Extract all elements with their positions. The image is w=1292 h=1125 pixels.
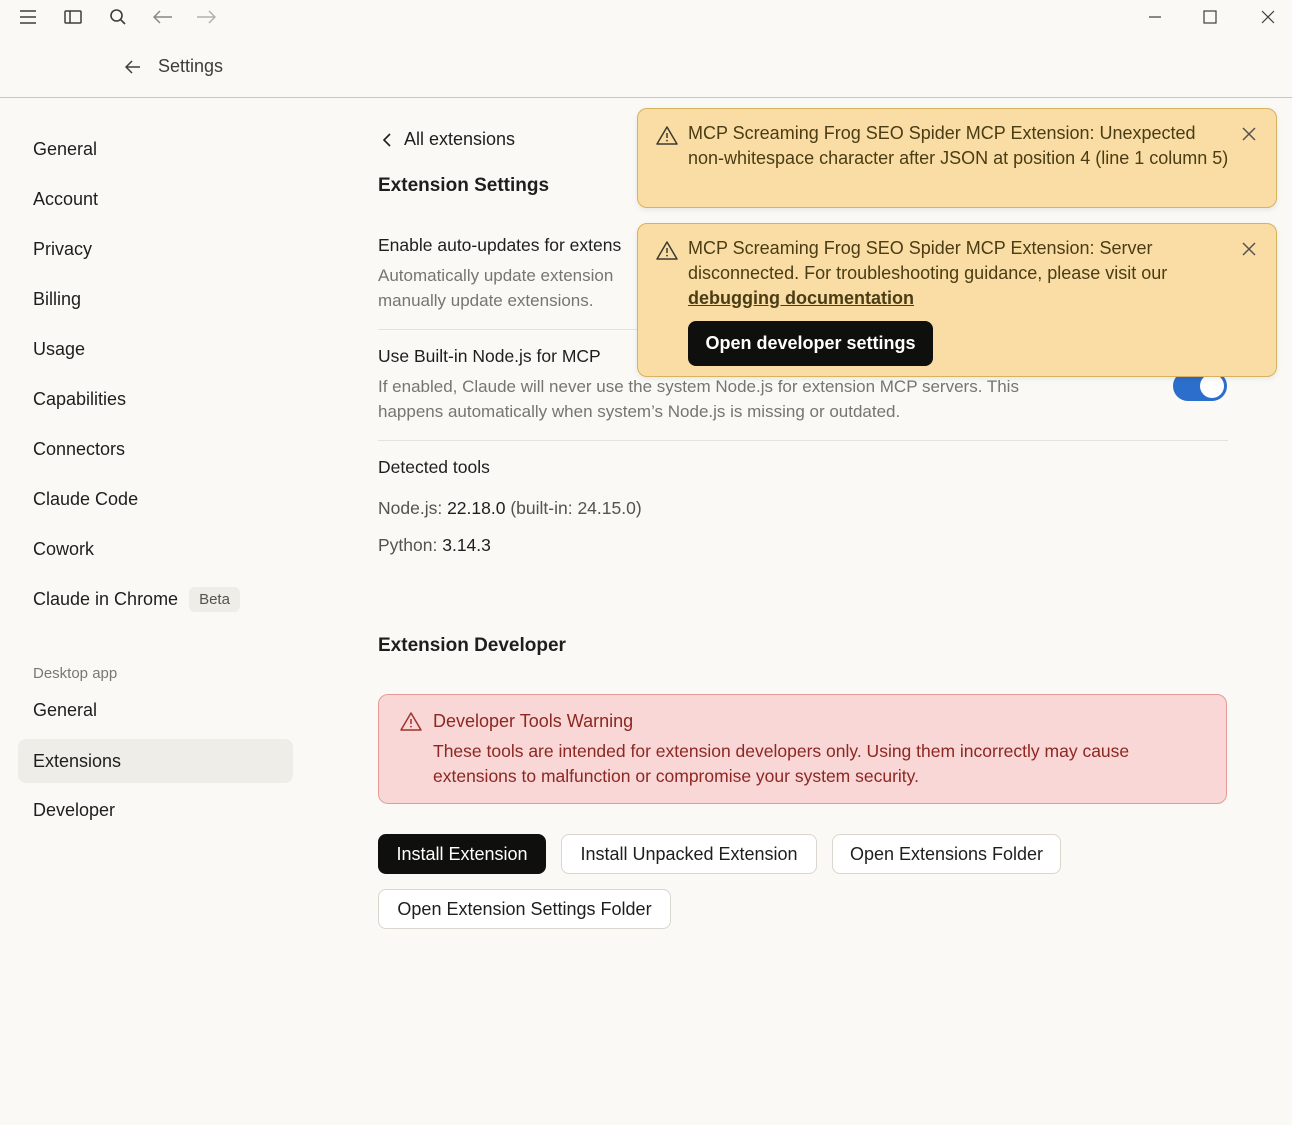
sidebar-toggle-icon[interactable]	[60, 4, 86, 30]
extension-settings-heading: Extension Settings	[378, 175, 550, 196]
builtin-node-title: Use Built-in Node.js for MCP	[378, 346, 601, 366]
builtin-node-desc: If enabled, Claude will never use the sy…	[378, 377, 1019, 421]
sidebar-item-capabilities[interactable]: Capabilities	[18, 377, 293, 421]
title-bar	[0, 0, 1292, 34]
extension-developer-heading: Extension Developer	[378, 635, 566, 656]
node-value: 22.18.0	[447, 498, 506, 518]
toast-message-text: MCP Screaming Frog SEO Spider MCP Extens…	[688, 238, 1168, 283]
open-extensions-folder-button[interactable]: Open Extensions Folder	[832, 834, 1061, 874]
sidebar-item-label: General	[33, 138, 98, 159]
desktop-app-section-label: Desktop app	[33, 665, 118, 682]
install-unpacked-extension-button[interactable]: Install Unpacked Extension	[561, 834, 817, 874]
settings-header: Settings	[0, 34, 1292, 98]
node-version-line: Node.js: 22.18.0 (built-in: 24.15.0)	[378, 498, 642, 519]
sidebar-item-privacy[interactable]: Privacy	[18, 227, 293, 271]
close-icon[interactable]	[1240, 125, 1258, 143]
detected-tools-heading: Detected tools	[378, 457, 490, 477]
minimize-icon[interactable]	[1142, 4, 1168, 30]
sidebar-item-label: Billing	[33, 288, 82, 309]
python-version-line: Python: 3.14.3	[378, 535, 491, 556]
python-label: Python:	[378, 535, 438, 555]
sidebar-item-claude-code[interactable]: Claude Code	[18, 477, 293, 521]
toast-server-disconnected: MCP Screaming Frog SEO Spider MCP Extens…	[637, 223, 1277, 377]
close-icon[interactable]	[1240, 240, 1258, 258]
page-title: Settings	[158, 56, 224, 76]
toggle-knob	[1200, 374, 1224, 398]
sidebar-item-label: Account	[33, 188, 99, 209]
sidebar-item-label: Privacy	[33, 238, 93, 259]
sidebar-item-label: Usage	[33, 338, 86, 359]
toast-message: MCP Screaming Frog SEO Spider MCP Extens…	[688, 236, 1233, 311]
toast-json-error: MCP Screaming Frog SEO Spider MCP Extens…	[637, 108, 1277, 208]
maximize-icon[interactable]	[1197, 4, 1223, 30]
forward-icon[interactable]	[193, 4, 219, 30]
warning-icon	[400, 711, 422, 733]
search-icon[interactable]	[105, 4, 131, 30]
warning-title: Developer Tools Warning	[433, 711, 634, 731]
warning-icon	[655, 240, 679, 262]
warning-icon	[655, 125, 679, 147]
open-developer-settings-button[interactable]: Open developer settings	[688, 321, 933, 366]
menu-icon[interactable]	[15, 4, 41, 30]
sidebar-item-label: Extensions	[33, 750, 122, 771]
sidebar-item-label: Cowork	[33, 538, 95, 559]
sidebar-item-billing[interactable]: Billing	[18, 277, 293, 321]
developer-tools-warning: Developer Tools Warning These tools are …	[378, 694, 1227, 804]
warning-text: These tools are intended for extension d…	[433, 741, 1130, 786]
node-label: Node.js:	[378, 498, 443, 518]
chevron-left-icon	[378, 130, 396, 150]
sidebar-item-label: Capabilities	[33, 388, 127, 409]
all-extensions-link[interactable]: All extensions	[378, 129, 515, 150]
close-icon[interactable]	[1255, 4, 1281, 30]
sidebar-item-account[interactable]: Account	[18, 177, 293, 221]
sidebar-item-cowork[interactable]: Cowork	[18, 527, 293, 571]
sidebar-item-label: General	[33, 699, 98, 720]
node-builtin-value: (built-in: 24.15.0)	[510, 498, 642, 518]
python-value: 3.14.3	[442, 535, 491, 555]
back-arrow-icon[interactable]	[121, 55, 145, 79]
back-icon[interactable]	[150, 4, 176, 30]
sidebar-item-extensions[interactable]: Extensions	[18, 739, 293, 783]
auto-update-title: Enable auto-updates for extens	[378, 235, 622, 255]
sidebar-item-label: Claude Code	[33, 488, 139, 509]
open-extension-settings-folder-button[interactable]: Open Extension Settings Folder	[378, 889, 671, 929]
toast-message: MCP Screaming Frog SEO Spider MCP Extens…	[688, 123, 1229, 168]
sidebar-item-usage[interactable]: Usage	[18, 327, 293, 371]
sidebar-item-general[interactable]: General	[18, 127, 293, 171]
sidebar-item-connectors[interactable]: Connectors	[18, 427, 293, 471]
divider	[378, 440, 1228, 441]
install-extension-button[interactable]: Install Extension	[378, 834, 546, 874]
sidebar-item-developer[interactable]: Developer	[18, 788, 293, 832]
sidebar-item-label: Developer	[33, 799, 116, 820]
all-extensions-label: All extensions	[404, 129, 516, 149]
sidebar-item-claude-in-chrome[interactable]: Claude in Chrome Beta	[18, 577, 293, 621]
sidebar-item-desktop-general[interactable]: General	[18, 688, 293, 732]
debugging-documentation-link[interactable]: debugging documentation	[688, 288, 914, 308]
beta-badge: Beta	[189, 586, 240, 612]
sidebar-item-label: Claude in Chrome	[33, 588, 179, 609]
sidebar-item-label: Connectors	[33, 438, 126, 459]
